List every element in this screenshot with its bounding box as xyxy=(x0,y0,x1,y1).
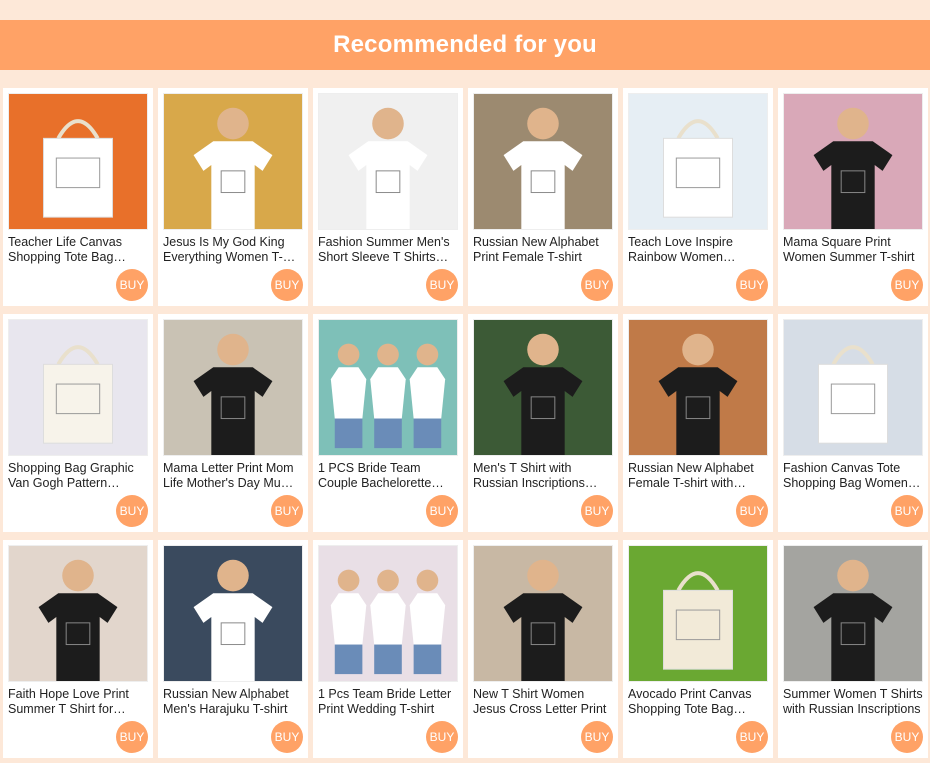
buy-button[interactable]: BUY xyxy=(426,721,458,753)
product-card[interactable]: Teacher Life Canvas Shopping Tote Bag Wo… xyxy=(3,88,153,306)
product-title[interactable]: Shopping Bag Graphic Van Gogh Pattern Ca… xyxy=(8,461,148,491)
product-title[interactable]: Fashion Summer Men's Short Sleeve T Shir… xyxy=(318,235,458,265)
buy-button[interactable]: BUY xyxy=(426,269,458,301)
product-title[interactable]: Fashion Canvas Tote Shopping Bag Women Q… xyxy=(783,461,923,491)
product-card[interactable]: Fashion Canvas Tote Shopping Bag Women Q… xyxy=(778,314,928,532)
buy-button[interactable]: BUY xyxy=(426,495,458,527)
buy-button[interactable]: BUY xyxy=(736,721,768,753)
product-title[interactable]: Teacher Life Canvas Shopping Tote Bag Wo… xyxy=(8,235,148,265)
product-card[interactable]: Mama Letter Print Mom Life Mother's Day … xyxy=(158,314,308,532)
product-card[interactable]: Russian New Alphabet Men's Harajuku T-sh… xyxy=(158,540,308,758)
product-image[interactable] xyxy=(783,93,923,230)
product-title[interactable]: Avocado Print Canvas Shopping Tote Bag W… xyxy=(628,687,768,717)
buy-button[interactable]: BUY xyxy=(271,721,303,753)
buy-button[interactable]: BUY xyxy=(116,269,148,301)
product-title[interactable]: 1 Pcs Team Bride Letter Print Wedding T-… xyxy=(318,687,458,717)
product-card[interactable]: New T Shirt Women Jesus Cross Letter Pri… xyxy=(468,540,618,758)
product-card[interactable]: Jesus Is My God King Everything Women T-… xyxy=(158,88,308,306)
section-title: Recommended for you xyxy=(333,31,597,58)
product-title[interactable]: 1 PCS Bride Team Couple Bachelorette Par… xyxy=(318,461,458,491)
product-card[interactable]: Mama Square Print Women Summer T-shirt BU… xyxy=(778,88,928,306)
product-title[interactable]: New T Shirt Women Jesus Cross Letter Pri… xyxy=(473,687,613,717)
product-title[interactable]: Jesus Is My God King Everything Women T-… xyxy=(163,235,303,265)
product-title[interactable]: Mama Letter Print Mom Life Mother's Day … xyxy=(163,461,303,491)
buy-button[interactable]: BUY xyxy=(891,269,923,301)
product-image[interactable] xyxy=(163,93,303,230)
buy-button[interactable]: BUY xyxy=(581,495,613,527)
product-image[interactable] xyxy=(628,93,768,230)
recommended-banner: Recommended for you xyxy=(0,20,930,70)
product-image[interactable] xyxy=(473,93,613,230)
product-image[interactable] xyxy=(473,319,613,456)
product-card[interactable]: Shopping Bag Graphic Van Gogh Pattern Ca… xyxy=(3,314,153,532)
product-image[interactable] xyxy=(163,319,303,456)
product-image[interactable] xyxy=(783,545,923,682)
product-image[interactable] xyxy=(163,545,303,682)
buy-button[interactable]: BUY xyxy=(581,269,613,301)
buy-button[interactable]: BUY xyxy=(891,495,923,527)
product-image[interactable] xyxy=(8,319,148,456)
product-card[interactable]: Teach Love Inspire Rainbow Women Canvas … xyxy=(623,88,773,306)
product-title[interactable]: Men's T Shirt with Russian Inscriptions … xyxy=(473,461,613,491)
product-title[interactable]: Teach Love Inspire Rainbow Women Canvas … xyxy=(628,235,768,265)
product-grid: Teacher Life Canvas Shopping Tote Bag Wo… xyxy=(3,88,928,758)
product-title[interactable]: Mama Square Print Women Summer T-shirt xyxy=(783,235,923,265)
buy-button[interactable]: BUY xyxy=(736,495,768,527)
buy-button[interactable]: BUY xyxy=(891,721,923,753)
product-title[interactable]: Russian New Alphabet Print Female T-shir… xyxy=(473,235,613,265)
product-card[interactable]: Men's T Shirt with Russian Inscriptions … xyxy=(468,314,618,532)
product-image[interactable] xyxy=(318,319,458,456)
product-image[interactable] xyxy=(318,545,458,682)
product-image[interactable] xyxy=(8,545,148,682)
product-title[interactable]: Russian New Alphabet Female T-shirt with… xyxy=(628,461,768,491)
buy-button[interactable]: BUY xyxy=(581,721,613,753)
product-card[interactable]: 1 Pcs Team Bride Letter Print Wedding T-… xyxy=(313,540,463,758)
product-card[interactable]: Fashion Summer Men's Short Sleeve T Shir… xyxy=(313,88,463,306)
product-title[interactable]: Russian New Alphabet Men's Harajuku T-sh… xyxy=(163,687,303,717)
product-card[interactable]: Summer Women T Shirts with Russian Inscr… xyxy=(778,540,928,758)
product-image[interactable] xyxy=(783,319,923,456)
product-image[interactable] xyxy=(473,545,613,682)
product-card[interactable]: Russian New Alphabet Print Female T-shir… xyxy=(468,88,618,306)
product-image[interactable] xyxy=(628,319,768,456)
product-card[interactable]: Faith Hope Love Print Summer T Shirt for… xyxy=(3,540,153,758)
product-title[interactable]: Summer Women T Shirts with Russian Inscr… xyxy=(783,687,923,717)
buy-button[interactable]: BUY xyxy=(736,269,768,301)
product-image[interactable] xyxy=(628,545,768,682)
product-title[interactable]: Faith Hope Love Print Summer T Shirt for… xyxy=(8,687,148,717)
product-card[interactable]: Russian New Alphabet Female T-shirt with… xyxy=(623,314,773,532)
product-card[interactable]: Avocado Print Canvas Shopping Tote Bag W… xyxy=(623,540,773,758)
buy-button[interactable]: BUY xyxy=(271,269,303,301)
buy-button[interactable]: BUY xyxy=(116,721,148,753)
product-image[interactable] xyxy=(8,93,148,230)
buy-button[interactable]: BUY xyxy=(116,495,148,527)
product-card[interactable]: 1 PCS Bride Team Couple Bachelorette Par… xyxy=(313,314,463,532)
buy-button[interactable]: BUY xyxy=(271,495,303,527)
product-image[interactable] xyxy=(318,93,458,230)
